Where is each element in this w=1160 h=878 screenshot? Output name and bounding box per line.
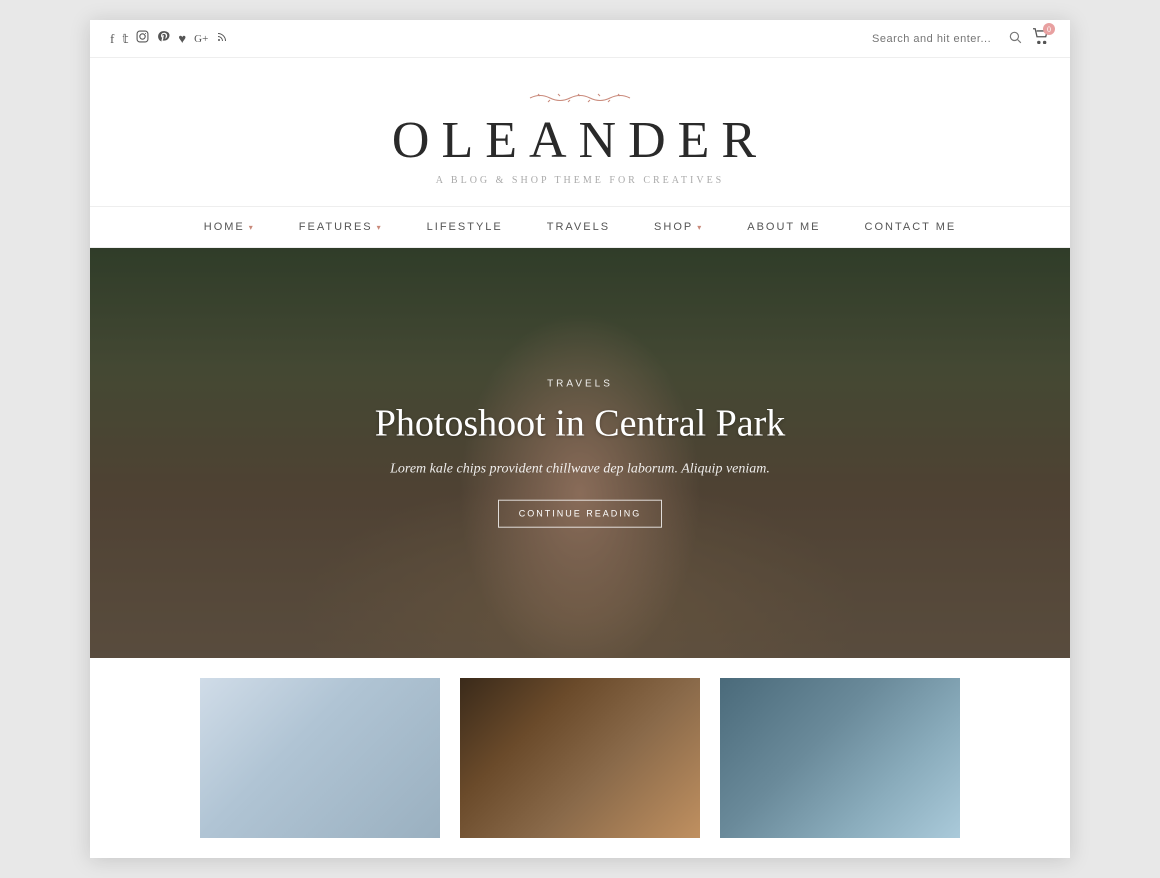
search-bar <box>872 30 1022 47</box>
nav-item-home[interactable]: HOME ▾ <box>182 207 277 247</box>
top-bar: f 𝕥 ♥ G+ 0 <box>90 20 1070 58</box>
features-arrow: ▾ <box>377 223 383 232</box>
thumbnail-2[interactable] <box>460 678 700 838</box>
facebook-icon[interactable]: f <box>110 31 114 47</box>
googleplus-icon[interactable]: G+ <box>194 33 208 45</box>
nav-item-about[interactable]: ABOUT ME <box>725 207 842 247</box>
thumbnail-3[interactable] <box>720 678 960 838</box>
search-button[interactable] <box>1008 30 1022 47</box>
home-arrow: ▾ <box>249 223 255 232</box>
rss-icon[interactable] <box>216 31 228 47</box>
site-tagline: A BLOG & SHOP THEME FOR CREATIVES <box>110 175 1050 186</box>
hero-cta-button[interactable]: CONTINUE READING <box>498 499 663 527</box>
cart-badge: 0 <box>1043 23 1055 35</box>
browser-window: f 𝕥 ♥ G+ 0 <box>90 20 1070 858</box>
social-icons: f 𝕥 ♥ G+ <box>110 30 228 47</box>
main-nav: HOME ▾ FEATURES ▾ LIFESTYLE TRAVELS SHOP… <box>90 207 1070 248</box>
nav-item-features[interactable]: FEATURES ▾ <box>277 207 405 247</box>
cart-button[interactable]: 0 <box>1032 28 1050 49</box>
heart-icon[interactable]: ♥ <box>178 31 186 47</box>
hero-section: TRAVELS Photoshoot in Central Park Lorem… <box>90 248 1070 658</box>
instagram-icon[interactable] <box>136 30 149 47</box>
nav-item-contact[interactable]: CONTACT ME <box>843 207 979 247</box>
site-header: OLEANDER A BLOG & SHOP THEME FOR CREATIV… <box>90 58 1070 207</box>
nav-item-shop[interactable]: SHOP ▾ <box>632 207 725 247</box>
twitter-icon[interactable]: 𝕥 <box>122 31 128 47</box>
thumbnail-1[interactable] <box>200 678 440 838</box>
nav-item-travels[interactable]: TRAVELS <box>525 207 632 247</box>
shop-arrow: ▾ <box>697 223 703 232</box>
hero-title: Photoshoot in Central Park <box>280 402 880 448</box>
pinterest-icon[interactable] <box>157 30 170 47</box>
nav-item-lifestyle[interactable]: LIFESTYLE <box>405 207 525 247</box>
thumbnail-row <box>90 658 1070 858</box>
logo-decoration <box>520 88 640 108</box>
hero-excerpt: Lorem kale chips provident chillwave dep… <box>280 461 880 477</box>
top-right: 0 <box>872 28 1050 49</box>
search-input[interactable] <box>872 33 1002 45</box>
site-title: OLEANDER <box>110 112 1050 169</box>
hero-category: TRAVELS <box>280 379 880 390</box>
hero-content: TRAVELS Photoshoot in Central Park Lorem… <box>280 379 880 528</box>
